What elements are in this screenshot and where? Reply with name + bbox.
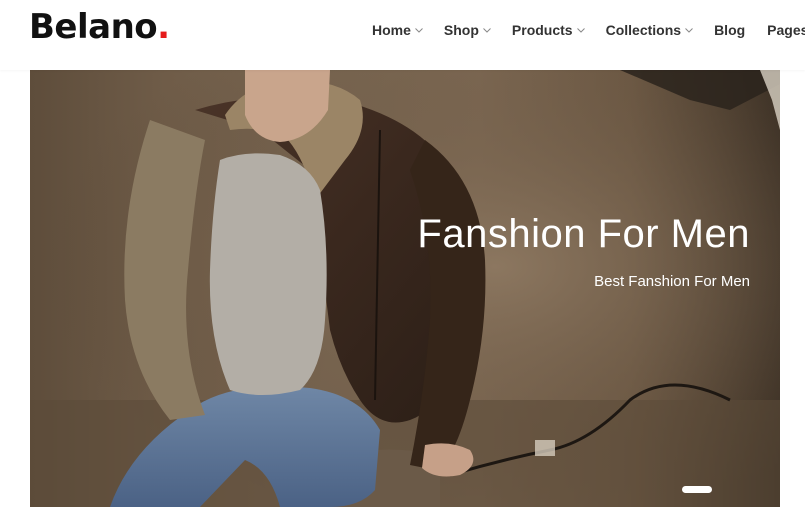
nav-item-products[interactable]: Products bbox=[512, 22, 586, 38]
nav-item-label: Shop bbox=[443, 22, 479, 38]
hero-slider[interactable]: Fanshion For Men Best Fanshion For Men bbox=[30, 70, 780, 507]
nav-item-pages[interactable]: Pages bbox=[767, 22, 805, 38]
nav-item-shop[interactable]: Shop bbox=[444, 22, 492, 38]
chevron-down-icon bbox=[685, 28, 693, 33]
nav-item-label: Home bbox=[372, 22, 411, 38]
nav-item-collections[interactable]: Collections bbox=[606, 22, 694, 38]
site-header: Belano. Home Shop Products Collections B… bbox=[0, 0, 805, 70]
nav-item-label: Products bbox=[511, 22, 573, 38]
brand-name: Belano bbox=[29, 7, 158, 47]
nav-item-home[interactable]: Home bbox=[372, 22, 424, 38]
main-nav: Home Shop Products Collections Blog Page… bbox=[372, 22, 805, 38]
hero-title: Fanshion For Men bbox=[417, 212, 750, 256]
nav-item-label: Pages bbox=[767, 22, 805, 38]
chevron-down-icon bbox=[483, 28, 491, 33]
nav-item-blog[interactable]: Blog bbox=[714, 22, 745, 38]
chevron-down-icon bbox=[576, 28, 585, 33]
nav-item-label: Collections bbox=[605, 22, 682, 38]
hero-subtitle: Best Fanshion For Men bbox=[594, 273, 750, 290]
brand-dot: . bbox=[157, 7, 170, 47]
slider-dot-active[interactable] bbox=[682, 486, 712, 493]
slider-pagination bbox=[682, 486, 712, 493]
nav-item-label: Blog bbox=[714, 22, 746, 38]
chevron-down-icon bbox=[415, 28, 423, 33]
brand-logo[interactable]: Belano. bbox=[29, 7, 170, 47]
